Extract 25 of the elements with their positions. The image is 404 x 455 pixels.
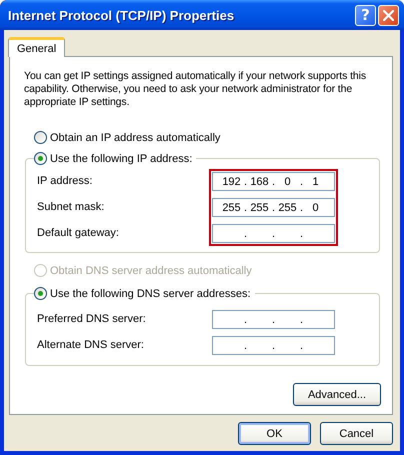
ip-address-field[interactable]: . . . (212, 310, 335, 329)
field-label: Alternate DNS server: (37, 338, 145, 353)
radio-button[interactable] (34, 152, 47, 165)
close-icon (383, 10, 394, 20)
radio-button[interactable] (34, 287, 47, 300)
field-label: Subnet mask: (37, 200, 106, 215)
radio-label[interactable]: Use the following DNS server addresses: (47, 288, 255, 300)
ip-address-field[interactable]: . . . (212, 224, 335, 243)
field-label: Default gateway: (37, 226, 120, 241)
advanced-button[interactable]: Advanced... (293, 383, 381, 406)
help-button[interactable]: ? (355, 4, 376, 26)
radio-label[interactable]: Use the following IP address: (47, 152, 196, 164)
field-label: IP address: (37, 174, 94, 189)
ok-button[interactable]: OK (238, 422, 311, 445)
cancel-button[interactable]: Cancel (320, 422, 393, 445)
intro-text: You can get IP settings assigned automatically if your network supports this capability. Otherwise, you need to ask your network administrator for the appropriate IP settings. (24, 70, 368, 109)
ip-address-field[interactable]: 192 . 168 . 0 . 1 (212, 172, 335, 191)
ip-address-field[interactable]: 255 . 255 . 255 . 0 (212, 198, 335, 217)
field-label: Preferred DNS server: (37, 312, 147, 327)
ip-address-field[interactable]: . . . (212, 336, 335, 355)
window-title: Internet Protocol (TCP/IP) Properties (8, 8, 236, 22)
radio-button[interactable] (34, 131, 47, 144)
radio-label[interactable]: Obtain an IP address automatically (47, 132, 220, 144)
tab[interactable]: General (8, 37, 66, 57)
close-button[interactable] (378, 4, 399, 26)
